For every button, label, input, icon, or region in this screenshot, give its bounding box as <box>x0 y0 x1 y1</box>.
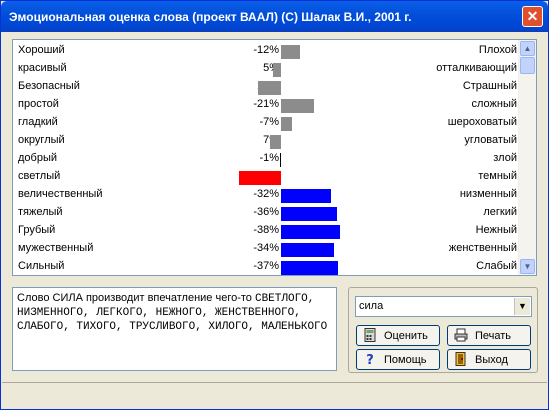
scale-percent: -7% <box>259 116 279 128</box>
scale-bar <box>258 81 281 95</box>
left-word: Грубый <box>18 224 56 236</box>
scale-row[interactable]: красивый 5% отталкивающий <box>13 60 521 78</box>
scroll-down-button[interactable]: ▼ <box>520 259 535 274</box>
left-word: Безопасный <box>18 80 80 92</box>
scale-bar <box>270 135 281 149</box>
right-word: Слабый <box>476 260 517 272</box>
left-word: гладкий <box>18 116 58 128</box>
vertical-scrollbar[interactable]: ▲ ▼ <box>518 40 536 275</box>
left-word: Хороший <box>18 44 65 56</box>
exit-button[interactable]: Выход <box>447 349 531 370</box>
scale-bar <box>281 207 337 221</box>
scale-row[interactable]: Грубый -38% Нежный <box>13 222 521 240</box>
help-label: Помощь <box>384 354 427 366</box>
scale-percent: -34% <box>253 242 279 254</box>
scale-percent: -37% <box>253 260 279 272</box>
right-word: легкий <box>483 206 517 218</box>
help-icon: ? <box>366 353 374 366</box>
printer-icon <box>454 328 468 342</box>
status-bar <box>2 382 547 409</box>
right-word: низменный <box>459 188 517 200</box>
right-word: Плохой <box>478 44 517 56</box>
scale-row[interactable]: гладкий -7% шероховатый <box>13 114 521 132</box>
scale-bar <box>273 63 281 77</box>
scale-bar <box>281 225 340 239</box>
result-lead: Слово СИЛА производит впечатление чего-т… <box>17 292 255 304</box>
scale-percent: -21% <box>253 98 279 110</box>
exit-icon <box>455 352 466 366</box>
left-word: округлый <box>18 134 65 146</box>
scale-axis-mark <box>280 153 281 167</box>
evaluate-label: Оценить <box>384 330 428 342</box>
scale-percent: -12% <box>253 44 279 56</box>
scale-row[interactable]: Безопасный15%Страшный <box>13 78 521 96</box>
close-button[interactable]: ✕ <box>522 6 543 27</box>
scale-row[interactable]: мужественный -34% женственный <box>13 240 521 258</box>
right-word: Нежный <box>475 224 517 236</box>
right-word: злой <box>493 152 517 164</box>
scale-bar <box>281 45 300 59</box>
scale-row[interactable]: простой -21% сложный <box>13 96 521 114</box>
left-word: Сильный <box>18 260 65 272</box>
scale-bar <box>281 99 314 113</box>
right-word: Страшный <box>462 80 517 92</box>
app-window: Эмоциональная оценка слова (проект ВААЛ)… <box>0 0 549 410</box>
scale-percent: -1% <box>259 152 279 164</box>
arrow-up-icon: ▲ <box>523 44 532 53</box>
scale-row[interactable]: округлый7%угловатый <box>13 132 521 150</box>
chevron-down-icon: ▼ <box>518 301 527 311</box>
left-word: величественный <box>18 188 103 200</box>
dropdown-button[interactable]: ▼ <box>514 298 530 315</box>
scale-row[interactable]: добрый -1% злой <box>13 150 521 168</box>
scroll-up-button[interactable]: ▲ <box>520 41 535 56</box>
right-word: темный <box>478 170 517 182</box>
help-button[interactable]: ? Помощь <box>356 349 440 370</box>
window-title: Эмоциональная оценка слова (проект ВААЛ)… <box>9 10 412 24</box>
scale-percent: -36% <box>253 206 279 218</box>
left-word: тяжелый <box>18 206 63 218</box>
exit-label: Выход <box>475 354 508 366</box>
word-combobox[interactable]: сила ▼ <box>355 296 532 317</box>
print-label: Печать <box>475 330 512 342</box>
scale-percent: -32% <box>253 188 279 200</box>
scale-bar <box>239 171 281 185</box>
left-word: светлый <box>18 170 61 182</box>
right-word: шероховатый <box>447 116 517 128</box>
svg-text:?: ? <box>366 353 374 366</box>
right-word: отталкивающий <box>436 62 517 74</box>
result-text-area[interactable]: Слово СИЛА производит впечатление чего-т… <box>12 287 337 371</box>
scale-bar <box>281 117 292 131</box>
left-word: мужественный <box>18 242 94 254</box>
title-bar[interactable]: Эмоциональная оценка слова (проект ВААЛ)… <box>1 1 548 32</box>
calculator-icon <box>364 328 376 342</box>
close-icon: ✕ <box>526 8 539 24</box>
right-word: сложный <box>471 98 517 110</box>
scale-bar <box>281 189 331 203</box>
scale-row[interactable]: Сильный -37% Слабый <box>13 258 521 275</box>
scale-percent: -38% <box>253 224 279 236</box>
scale-row[interactable]: тяжелый -36% легкий <box>13 204 521 222</box>
scales-list[interactable]: Хороший -12% Плохой красивый 5% отталкивающий… <box>12 39 537 276</box>
left-word: простой <box>18 98 59 110</box>
scale-bar <box>281 261 338 275</box>
scale-row[interactable]: величественный -32% низменный <box>13 186 521 204</box>
print-button[interactable]: Печать <box>447 325 531 346</box>
scale-percent: 5% <box>263 62 279 74</box>
controls-group: сила ▼ Оценить Печать ? Помощь Выход <box>348 287 538 373</box>
left-word: красивый <box>18 62 67 74</box>
right-word: угловатый <box>464 134 517 146</box>
right-word: женственный <box>448 242 517 254</box>
scroll-thumb[interactable] <box>520 57 535 74</box>
scale-bar <box>281 243 334 257</box>
word-value: сила <box>359 300 384 312</box>
evaluate-button[interactable]: Оценить <box>356 325 440 346</box>
left-word: добрый <box>18 152 58 164</box>
scale-row[interactable]: светлый27%темный <box>13 168 521 186</box>
scale-row[interactable]: Хороший -12% Плохой <box>13 42 521 60</box>
arrow-down-icon: ▼ <box>523 262 532 271</box>
